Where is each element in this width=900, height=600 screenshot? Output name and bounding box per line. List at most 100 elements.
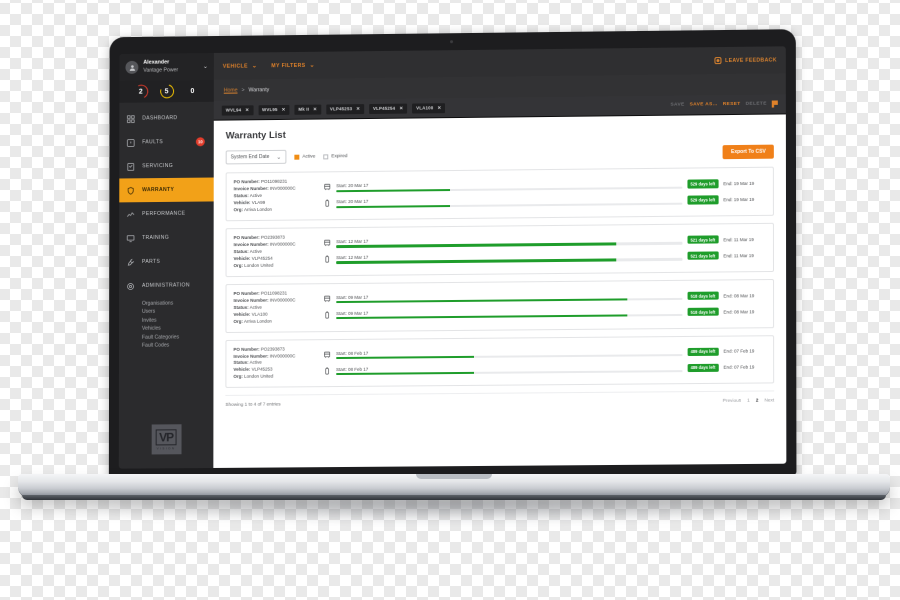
dashboard-grid-icon bbox=[126, 114, 136, 123]
warranty-bar-row: Start: 09 Mar 17 518 days left End: 08 Mar… bbox=[323, 291, 766, 304]
warranty-progress: Start: 20 Mar 17 bbox=[336, 180, 683, 192]
sidebar-item-label: SERVICING bbox=[142, 162, 174, 170]
warranty-meta: PO Number: PO11098231 Invoice Number: INV… bbox=[233, 290, 317, 326]
warranty-status-group: 489 days left End: 07 Feb 19 bbox=[687, 363, 766, 373]
user-menu[interactable]: Alexander Vantage Power ⌄ bbox=[119, 52, 214, 81]
sidebar-item-faults[interactable]: FAULTS 10 bbox=[119, 130, 213, 155]
sort-select[interactable]: System End Date ⌄ bbox=[225, 149, 287, 165]
sidebar-nav: DASHBOARD FAULTS 10 SERVICING WARRANTY P… bbox=[119, 102, 214, 425]
kpi-info[interactable]: 0 bbox=[185, 84, 199, 98]
close-icon[interactable]: ✕ bbox=[245, 107, 249, 113]
warranty-card[interactable]: PO Number: PO2393873 Invoice Number: INV0… bbox=[225, 334, 775, 389]
warranty-org: Org: London United bbox=[233, 373, 274, 380]
pagination-page-2[interactable]: 2 bbox=[756, 398, 759, 403]
menu-my-filters[interactable]: MY FILTERS ⌄ bbox=[271, 62, 315, 68]
breadcrumb-separator: > bbox=[241, 86, 245, 93]
filter-active-checkbox[interactable]: Active bbox=[294, 154, 315, 160]
export-csv-button[interactable]: Export To CSV bbox=[722, 144, 774, 160]
filter-chip[interactable]: WVL94 ✕ bbox=[221, 104, 254, 116]
logo-mark: VP bbox=[156, 428, 177, 445]
pagination-next[interactable]: Next bbox=[764, 398, 774, 403]
checkbox-box bbox=[294, 154, 300, 160]
warranty-bars: Start: 20 Mar 17 529 days left End: 19 Mar… bbox=[323, 174, 766, 213]
main-area: VEHICLE ⌄ MY FILTERS ⌄ LEAVE FEEDBACK Ho… bbox=[213, 46, 787, 468]
filter-save-button[interactable]: SAVE bbox=[670, 103, 684, 108]
close-icon[interactable]: ✕ bbox=[313, 106, 317, 112]
monitor-icon bbox=[126, 234, 135, 243]
chip-label: Mk II bbox=[298, 106, 310, 112]
progress-fill bbox=[336, 188, 451, 192]
filter-expired-checkbox[interactable]: Expired bbox=[323, 154, 347, 159]
sidebar-item-label: WARRANTY bbox=[142, 186, 175, 194]
sidebar-item-label: PERFORMANCE bbox=[142, 210, 186, 218]
breadcrumb-current: Warranty bbox=[248, 86, 270, 93]
close-icon[interactable]: ✕ bbox=[399, 105, 403, 111]
warranty-end-date: End: 11 Mar 19 bbox=[723, 252, 754, 259]
kpi-critical[interactable]: 2 bbox=[134, 85, 148, 99]
filter-chip[interactable]: VLP45253 ✕ bbox=[325, 103, 365, 114]
battery-icon bbox=[323, 199, 331, 208]
laptop-base bbox=[18, 474, 890, 497]
filter-delete-button[interactable]: DELETE bbox=[746, 102, 767, 107]
days-left-badge: 521 days left bbox=[687, 251, 719, 261]
close-icon[interactable]: ✕ bbox=[282, 106, 286, 112]
sidebar-item-administration[interactable]: ADMINISTRATION bbox=[119, 273, 213, 298]
sidebar-item-warranty[interactable]: WARRANTY bbox=[119, 177, 214, 203]
list-footer: Showing 1 to 4 of 7 entries Previous 1 2… bbox=[225, 390, 774, 408]
warranty-end-date: End: 19 Mar 19 bbox=[723, 196, 755, 203]
pagination-page-1[interactable]: 1 bbox=[747, 398, 750, 403]
days-left-badge: 489 days left bbox=[687, 363, 719, 373]
status-badge: 10 bbox=[195, 137, 205, 147]
warranty-progress: Start: 08 Feb 17 bbox=[336, 348, 683, 360]
sidebar-subnav: Organisations Users Invites Vehicles Fau… bbox=[119, 297, 214, 356]
bus-icon bbox=[323, 183, 331, 192]
user-org: Vantage Power bbox=[143, 66, 179, 74]
warranty-card[interactable]: PO Number: PO11098231 Invoice Number: INV… bbox=[225, 166, 774, 222]
leave-feedback-label: LEAVE FEEDBACK bbox=[725, 56, 777, 64]
chevron-down-icon[interactable]: ⌄ bbox=[203, 63, 208, 69]
sidebar-item-training[interactable]: TRAINING bbox=[119, 225, 213, 250]
warranty-card[interactable]: PO Number: PO11098231 Invoice Number: INV… bbox=[225, 278, 775, 333]
pagination-previous[interactable]: Previous bbox=[723, 398, 741, 403]
warranty-status-group: 521 days left End: 11 Mar 19 bbox=[687, 235, 766, 245]
close-icon[interactable]: ✕ bbox=[437, 105, 441, 111]
filter-chip[interactable]: VLA100 ✕ bbox=[412, 102, 446, 114]
breadcrumb-home[interactable]: Home bbox=[224, 87, 238, 93]
warranty-bar-row: Start: 09 Mar 17 518 days left End: 08 Mar… bbox=[323, 307, 766, 320]
warranty-progress: Start: 09 Mar 17 bbox=[336, 292, 683, 304]
filter-chip[interactable]: Mk II ✕ bbox=[294, 104, 321, 115]
warranty-card[interactable]: PO Number: PO2393873 Invoice Number: INV0… bbox=[225, 222, 775, 277]
sidebar-item-parts[interactable]: PARTS bbox=[119, 249, 213, 274]
warranty-bar-row: Start: 20 Mar 17 529 days left End: 19 Mar… bbox=[323, 179, 766, 193]
filter-reset-button[interactable]: RESET bbox=[723, 102, 741, 107]
filter-save-as-button[interactable]: SAVE AS... bbox=[690, 102, 718, 107]
pagination: Previous 1 2 Next bbox=[723, 398, 774, 403]
filter-chip[interactable]: VLP45254 ✕ bbox=[369, 103, 408, 114]
leave-feedback-button[interactable]: LEAVE FEEDBACK bbox=[714, 56, 777, 65]
sort-select-value: System End Date bbox=[230, 153, 270, 161]
warranty-bar-row: Start: 12 Mar 17 521 days left End: 11 Mar… bbox=[323, 251, 766, 264]
user-info: Alexander Vantage Power bbox=[143, 59, 198, 74]
wrench-icon bbox=[126, 258, 135, 267]
checklist-icon bbox=[126, 162, 135, 171]
sidebar-subitem-fault-codes[interactable]: Fault Codes bbox=[142, 341, 214, 350]
kpi-warning[interactable]: 5 bbox=[160, 84, 174, 98]
filter-chip[interactable]: WVL95 ✕ bbox=[258, 104, 290, 115]
shield-icon bbox=[126, 186, 135, 195]
chevron-down-icon: ⌄ bbox=[276, 154, 282, 161]
menu-vehicle[interactable]: VEHICLE ⌄ bbox=[223, 63, 258, 69]
flag-icon[interactable] bbox=[772, 100, 778, 107]
warranty-status-group: 518 days left End: 08 Mar 19 bbox=[687, 307, 766, 317]
sidebar: Alexander Vantage Power ⌄ 2 5 0 DASHBOAR… bbox=[118, 52, 214, 469]
sidebar-item-label: PARTS bbox=[142, 258, 161, 265]
bus-icon bbox=[323, 239, 331, 248]
warranty-org: Org: Arriva London bbox=[233, 206, 272, 213]
sidebar-item-performance[interactable]: PERFORMANCE bbox=[119, 201, 213, 226]
sidebar-item-dashboard[interactable]: DASHBOARD bbox=[119, 106, 213, 131]
sidebar-item-servicing[interactable]: SERVICING bbox=[119, 154, 213, 179]
close-icon[interactable]: ✕ bbox=[356, 106, 360, 112]
warranty-end-date: End: 07 Feb 19 bbox=[723, 364, 755, 371]
warranty-end-date: End: 08 Mar 19 bbox=[723, 292, 755, 299]
